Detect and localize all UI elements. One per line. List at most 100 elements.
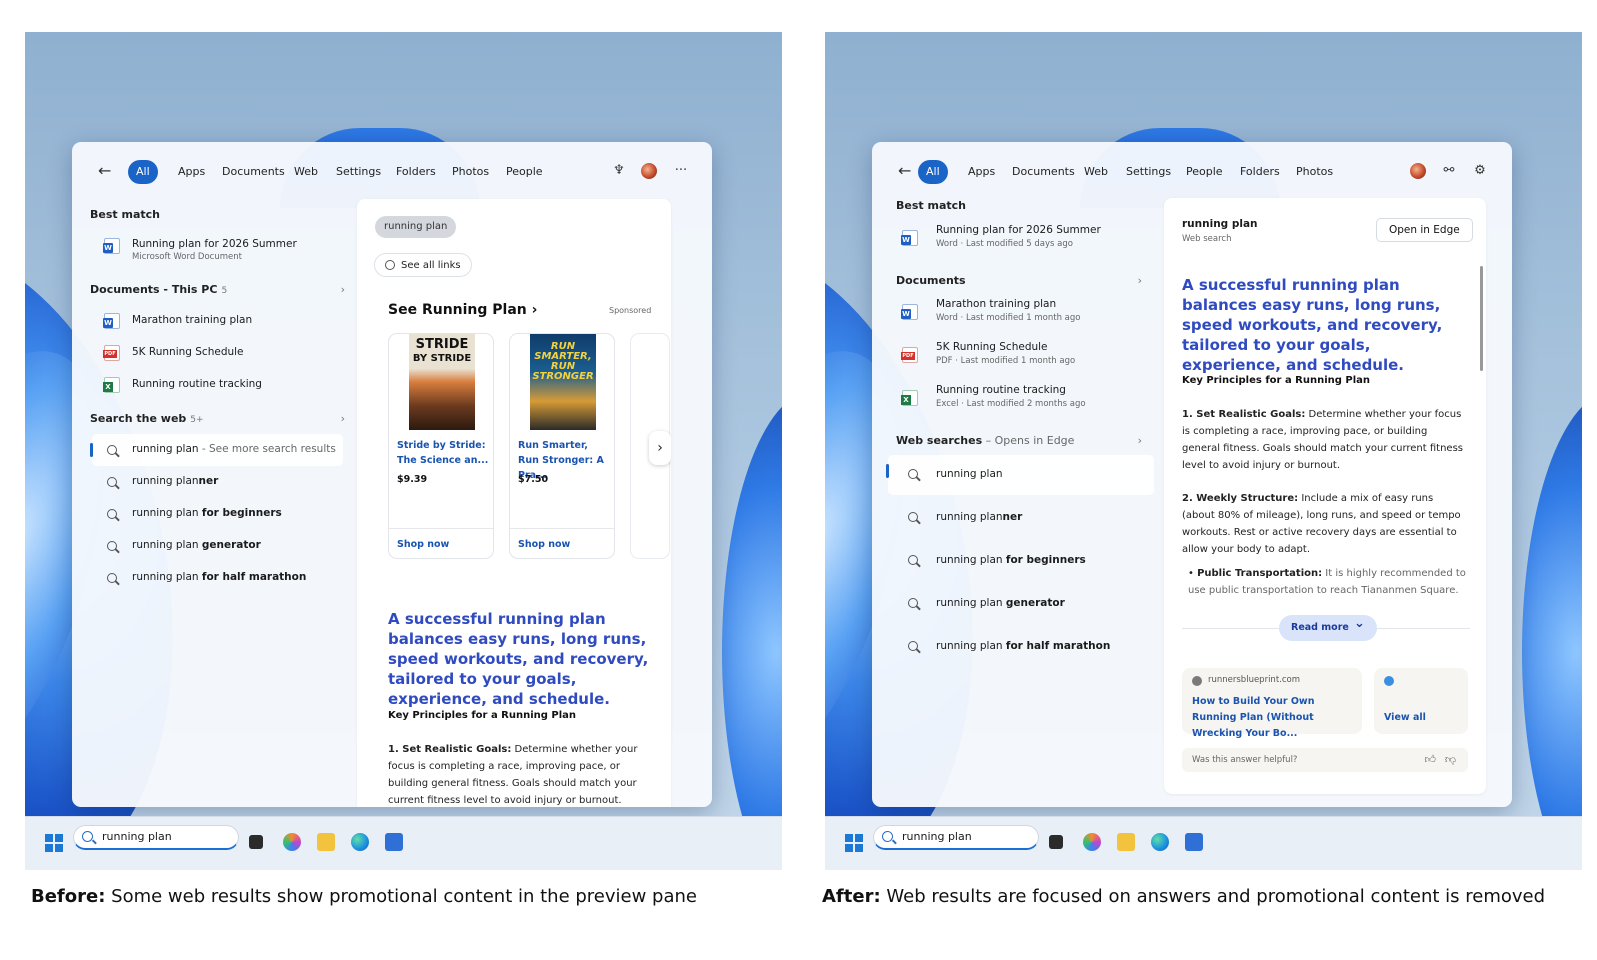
- document-item[interactable]: 5K Running Schedule PDF · Last modified …: [888, 336, 1154, 374]
- tab-photos[interactable]: Photos: [1288, 160, 1341, 184]
- search-web-heading[interactable]: Search the web 5+: [90, 412, 204, 425]
- tab-apps[interactable]: Apps: [170, 160, 213, 184]
- shop-now-link[interactable]: Shop now: [389, 528, 493, 550]
- task-view-icon[interactable]: [249, 835, 263, 849]
- chevron-right-icon[interactable]: ›: [341, 283, 345, 296]
- web-result-item[interactable]: running plan for half marathon: [92, 562, 343, 594]
- web-result-text: running plan for beginners: [132, 507, 282, 519]
- web-result-item[interactable]: running plan for half marathon: [888, 627, 1154, 667]
- tab-folders[interactable]: Folders: [388, 160, 444, 184]
- store-icon[interactable]: [1185, 833, 1203, 851]
- web-result-text: running plan for beginners: [936, 554, 1086, 566]
- web-result-item[interactable]: running planner: [888, 498, 1154, 538]
- file-explorer-icon[interactable]: [1117, 833, 1135, 851]
- query-chip[interactable]: running plan: [375, 216, 457, 238]
- document-item[interactable]: Marathon training plan: [92, 305, 343, 337]
- web-result-item[interactable]: running plan for beginners: [92, 498, 343, 530]
- web-result-item[interactable]: running plan for beginners: [888, 541, 1154, 581]
- carousel-next-button[interactable]: ›: [649, 431, 671, 465]
- share-icon[interactable]: ⚯: [1440, 162, 1458, 180]
- answer-headline: A successful running plan balances easy …: [1182, 276, 1443, 374]
- tab-people[interactable]: People: [1178, 160, 1231, 184]
- document-item[interactable]: Marathon training plan Word · Last modif…: [888, 293, 1154, 331]
- thumbs-up-icon[interactable]: 👍︎: [1425, 748, 1437, 772]
- chevron-right-icon[interactable]: ›: [1138, 434, 1142, 447]
- back-arrow-icon[interactable]: ←: [98, 163, 111, 179]
- back-arrow-icon[interactable]: ←: [898, 163, 911, 179]
- source-title-link[interactable]: How to Build Your Own Running Plan (With…: [1192, 694, 1362, 742]
- web-result-text: running planner: [936, 511, 1023, 523]
- tab-web[interactable]: Web: [1076, 160, 1116, 184]
- document-item[interactable]: 5K Running Schedule: [92, 337, 343, 369]
- trophy-icon[interactable]: ♆: [610, 162, 628, 180]
- search-icon: [882, 831, 893, 842]
- avatar[interactable]: [1410, 163, 1426, 179]
- tab-documents[interactable]: Documents: [214, 160, 293, 184]
- best-match-item[interactable]: Running plan for 2026 Summer Word · Last…: [888, 219, 1154, 257]
- shop-now-link[interactable]: Shop now: [510, 528, 614, 550]
- thumbs-down-icon[interactable]: 👎︎: [1445, 748, 1456, 772]
- task-view-icon[interactable]: [1049, 835, 1063, 849]
- documents-heading[interactable]: Documents: [896, 274, 966, 287]
- more-icon[interactable]: ···: [672, 162, 690, 180]
- avatar[interactable]: [641, 163, 657, 179]
- edge-icon[interactable]: [351, 833, 369, 851]
- product-card[interactable]: STRIDE BY STRIDE Stride by Stride: The S…: [388, 333, 494, 559]
- source-domain: runnersblueprint.com: [1208, 675, 1301, 685]
- gear-icon[interactable]: ⚙: [1471, 162, 1489, 180]
- feedback-prompt: Was this answer helpful?: [1192, 755, 1298, 765]
- tab-all[interactable]: All: [918, 160, 948, 184]
- scrollbar[interactable]: [1480, 266, 1483, 371]
- document-item[interactable]: Running routine tracking: [92, 369, 343, 401]
- source-card[interactable]: runnersblueprint.com How to Build Your O…: [1182, 668, 1362, 739]
- tab-settings[interactable]: Settings: [328, 160, 389, 184]
- web-result-item[interactable]: running plan: [886, 455, 1154, 495]
- taskbar-search-box[interactable]: running plan: [873, 825, 1039, 850]
- web-result-item[interactable]: running plan generator: [888, 584, 1154, 624]
- web-result-item[interactable]: running planner: [92, 466, 343, 498]
- chevron-right-icon[interactable]: ›: [1138, 274, 1142, 287]
- document-subtitle: Excel · Last modified 2 months ago: [936, 399, 1086, 409]
- tab-documents[interactable]: Documents: [1004, 160, 1083, 184]
- tab-all[interactable]: All: [128, 160, 158, 184]
- tab-web[interactable]: Web: [286, 160, 326, 184]
- tab-folders[interactable]: Folders: [1232, 160, 1288, 184]
- windows-start-icon[interactable]: [845, 834, 863, 852]
- query-subtitle: Web search: [1182, 234, 1232, 244]
- link-icon: [1384, 676, 1394, 686]
- tab-photos[interactable]: Photos: [444, 160, 497, 184]
- tab-settings[interactable]: Settings: [1118, 160, 1179, 184]
- book-cover-image: RUN SMARTER, RUN STRONGER: [530, 334, 596, 430]
- documents-heading[interactable]: Documents - This PC 5: [90, 283, 227, 296]
- web-searches-heading[interactable]: Web searches – Opens in Edge: [896, 434, 1074, 447]
- see-all-links-button[interactable]: See all links: [374, 253, 472, 277]
- principle-paragraph: 1. Set Realistic Goals: Determine whethe…: [388, 744, 638, 806]
- search-window: ← All Apps Documents Web Settings Folder…: [72, 142, 712, 807]
- taskbar-search-box[interactable]: running plan: [73, 825, 239, 850]
- copilot-icon[interactable]: [283, 833, 301, 851]
- chevron-right-icon[interactable]: ›: [341, 412, 345, 425]
- sponsored-card-title[interactable]: See Running Plan ›: [388, 302, 537, 318]
- globe-icon: [385, 260, 395, 270]
- read-more-button[interactable]: Read more: [1279, 611, 1377, 641]
- document-item[interactable]: Running routine tracking Excel · Last mo…: [888, 379, 1154, 417]
- product-card[interactable]: RUN SMARTER, RUN STRONGER Run Smarter, R…: [509, 333, 615, 559]
- view-all-link[interactable]: View all: [1384, 710, 1426, 726]
- view-all-card[interactable]: View all: [1374, 668, 1468, 734]
- open-in-edge-button[interactable]: Open in Edge: [1376, 218, 1473, 242]
- edge-icon[interactable]: [1151, 833, 1169, 851]
- results-list: Best match Running plan for 2026 Summer …: [872, 197, 1162, 807]
- query-title: running plan: [1182, 218, 1258, 230]
- store-icon[interactable]: [385, 833, 403, 851]
- document-title: 5K Running Schedule: [936, 341, 1048, 353]
- file-explorer-icon[interactable]: [317, 833, 335, 851]
- copilot-icon[interactable]: [1083, 833, 1101, 851]
- document-title: Marathon training plan: [132, 314, 253, 326]
- windows-start-icon[interactable]: [45, 834, 63, 852]
- tab-people[interactable]: People: [498, 160, 551, 184]
- web-result-item[interactable]: running plan - See more search results: [90, 434, 343, 466]
- best-match-item[interactable]: Running plan for 2026 Summer Microsoft W…: [92, 230, 343, 268]
- search-icon: [107, 509, 117, 519]
- tab-apps[interactable]: Apps: [960, 160, 1003, 184]
- web-result-item[interactable]: running plan generator: [92, 530, 343, 562]
